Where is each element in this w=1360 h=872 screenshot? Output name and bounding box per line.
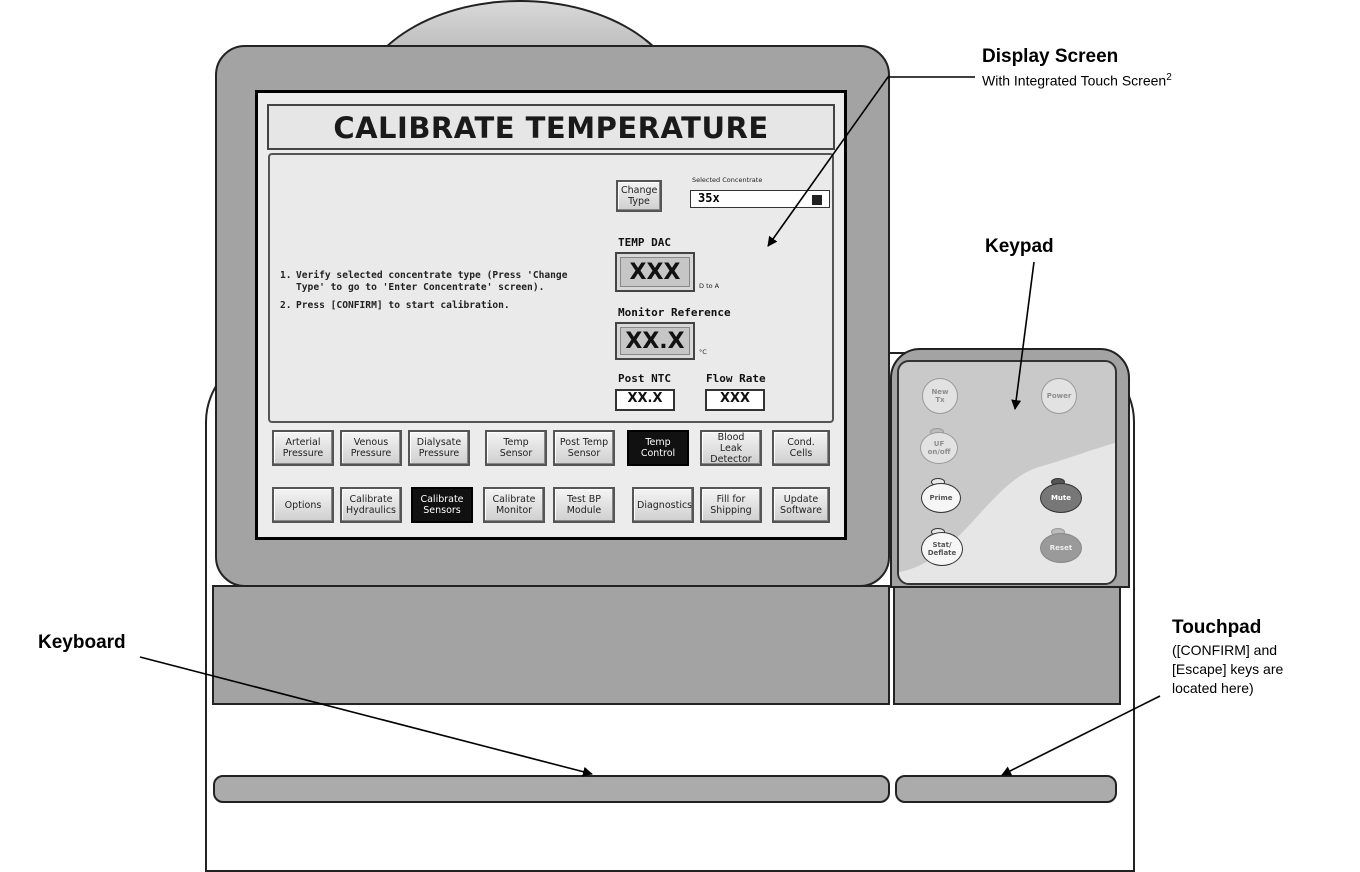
tab-test-bp-module[interactable]: Test BP Module [553,487,615,523]
tab-venous-pressure[interactable]: Venous Pressure [340,430,402,466]
keyboard-callout-title: Keyboard [38,632,126,653]
instruction-item: 2. Press [CONFIRM] to start calibration. [280,300,510,311]
touchpad-callout-title: Touchpad [1172,617,1262,638]
mute-key[interactable]: Mute [1040,483,1082,513]
stat-deflate-key[interactable]: Stat/ Deflate [921,532,963,566]
post-ntc-value: XX.X [615,389,675,411]
selected-concentrate-field[interactable]: 35x [690,190,830,208]
tab-cond-cells[interactable]: Cond. Cells [772,430,830,466]
tab-dialysate-pressure[interactable]: Dialysate Pressure [408,430,470,466]
tab-fill-for-shipping[interactable]: Fill for Shipping [700,487,762,523]
instruction-item: 1. Verify selected concentrate type (Pre… [280,270,568,293]
monitor-reference-label: Monitor Reference [618,306,731,319]
post-ntc-label: Post NTC [618,372,671,385]
uf-on-off-key[interactable]: UF on/off [920,432,958,464]
temp-dac-label: TEMP DAC [618,236,671,249]
tab-temp-control[interactable]: Temp Control [627,430,689,466]
new-tx-key[interactable]: New Tx [922,378,958,414]
tab-calibrate-sensors[interactable]: Calibrate Sensors [411,487,473,523]
tab-blood-leak-detector[interactable]: Blood Leak Detector [700,430,762,466]
display-screen-callout-title: Display Screen [982,46,1119,67]
tab-options[interactable]: Options [272,487,334,523]
change-type-button[interactable]: Change Type [616,180,662,212]
touchpad-callout-note: ([CONFIRM] and [Escape] keys are located… [1172,642,1284,696]
keyboard-tray[interactable] [213,775,890,803]
temp-dac-value: XXX [615,252,695,292]
tab-calibrate-monitor[interactable]: Calibrate Monitor [483,487,545,523]
concentrate-dropdown-square-icon[interactable] [812,195,822,205]
selected-concentrate-label: Selected Concentrate [692,176,763,184]
power-key[interactable]: Power [1041,378,1077,414]
tab-temp-sensor[interactable]: Temp Sensor [485,430,547,466]
temp-dac-unit: D to A [699,282,720,290]
touchpad-compartment [893,585,1121,705]
instruction-list: 1. Verify selected concentrate type (Pre… [280,270,600,318]
flow-rate-value: XXX [705,389,765,411]
keypad-callout-title: Keypad [985,236,1054,257]
touchpad-tray[interactable] [895,775,1117,803]
display-screen-callout-subtitle: With Integrated Touch Screen2 [982,72,1172,89]
prime-key[interactable]: Prime [921,483,961,513]
tab-calibrate-hydraulics[interactable]: Calibrate Hydraulics [340,487,402,523]
monitor-reference-value: XX.X [615,322,695,360]
monitor-reference-unit: °C [699,348,707,356]
keyboard-compartment [212,585,890,705]
screen-title: CALIBRATE TEMPERATURE CONTROL [267,104,835,189]
tab-diagnostics[interactable]: Diagnostics [632,487,694,523]
flow-rate-label: Flow Rate [706,372,766,385]
tab-post-temp-sensor[interactable]: Post Temp Sensor [553,430,615,466]
tab-arterial-pressure[interactable]: Arterial Pressure [272,430,334,466]
tab-update-software[interactable]: Update Software [772,487,830,523]
reset-key[interactable]: Reset [1040,533,1082,563]
